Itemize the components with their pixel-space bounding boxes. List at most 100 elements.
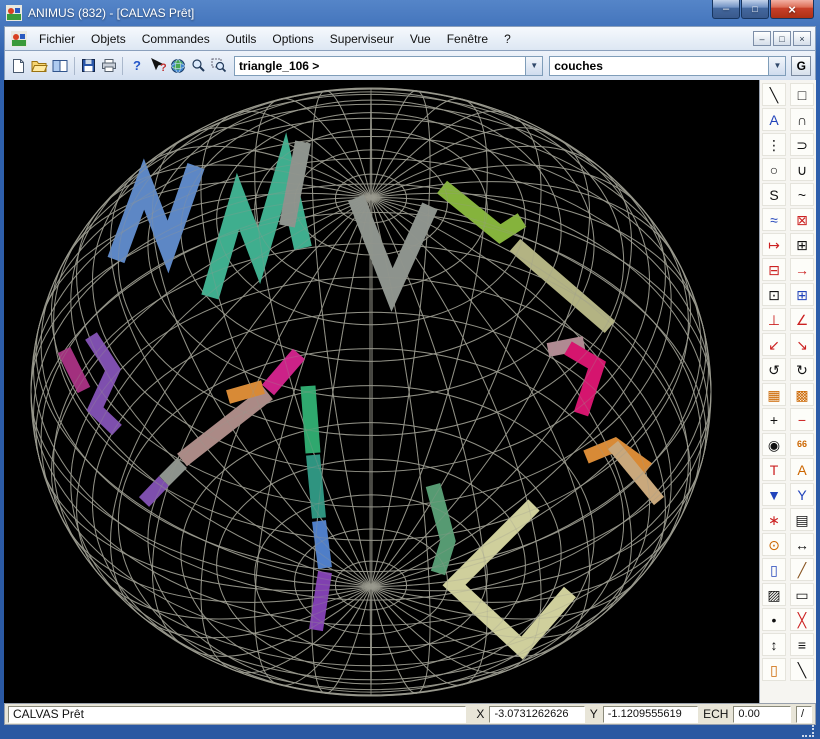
strip-khaki-diagonal [509, 238, 616, 334]
tool-arc-open-button[interactable]: ⊃ [790, 133, 814, 156]
grid-toggle-button[interactable]: G [791, 55, 811, 76]
tool-pencil-button[interactable]: ╱ [790, 558, 814, 581]
object-combobox-arrow[interactable]: ▼ [525, 56, 543, 75]
globe-icon [171, 58, 186, 73]
layers-combobox-value: couches [554, 58, 603, 73]
strip-blue-vertical [312, 520, 332, 569]
open-folder-icon [31, 60, 48, 72]
tool-quotes-button[interactable]: 66 [790, 433, 814, 456]
tool-split-v-button[interactable]: ⊞ [790, 283, 814, 306]
zoom-region-button[interactable] [209, 55, 229, 77]
tool-perpendicular-button[interactable]: ⊥ [762, 308, 786, 331]
mdi-restore-button[interactable]: □ [773, 31, 791, 46]
scale-field: 0.00 [733, 705, 792, 723]
menu-item-fen-tre[interactable]: Fenêtre [439, 29, 496, 49]
app-icon [6, 5, 22, 21]
tool-add-button[interactable]: + [762, 408, 786, 431]
ech-label: ECH [703, 707, 729, 721]
tool-container-button[interactable]: ▯ [762, 558, 786, 581]
tool-clock-button[interactable]: ⊙ [762, 533, 786, 556]
right-toolbar: ╲ □ A ∩ ⋮ ⊃ ○ ∪ S ~ ≈ ⊠ ↦ ⊞ ⊟ → ⊡ ⊞ ⊥ ∠ ↙ ↘ ↺ ↻ ▦ ▩ + − ◉ 66 T A ▼ Y ∗ ▤ ⊙ ↔ ▯… [759, 80, 816, 703]
resize-grip[interactable] [802, 725, 814, 737]
tool-font-button[interactable]: A [790, 458, 814, 481]
mdi-minimize-button[interactable]: – [753, 31, 771, 46]
tool-curve-button[interactable]: ∪ [790, 158, 814, 181]
tool-polyline-button[interactable]: ⋮ [762, 133, 786, 156]
layers-combobox-arrow[interactable]: ▼ [768, 56, 786, 75]
context-help-icon: ? [150, 58, 166, 73]
tool-rectangle-button[interactable]: □ [790, 83, 814, 106]
menu-item-superviseur[interactable]: Superviseur [322, 29, 402, 49]
help-button[interactable]: ? [127, 55, 147, 77]
tool-subtract-button[interactable]: − [790, 408, 814, 431]
layers-combobox[interactable]: couches ▼ [549, 55, 787, 76]
tool-break-button[interactable]: ╳ [790, 608, 814, 631]
tool-find-button[interactable]: ◉ [762, 433, 786, 456]
mdi-close-button[interactable]: × [793, 31, 811, 46]
tool-angle-button[interactable]: ∠ [790, 308, 814, 331]
tool-freehand-button[interactable]: ≈ [762, 208, 786, 231]
tool-slash-button[interactable]: ╲ [790, 658, 814, 681]
print-button[interactable] [99, 55, 119, 77]
menu-item-help[interactable]: ? [496, 29, 519, 49]
tool-import-button[interactable]: ↦ [762, 233, 786, 256]
globe-button[interactable] [168, 55, 188, 77]
tool-table-select-button[interactable]: ▩ [790, 383, 814, 406]
tool-arc-button[interactable]: ∩ [790, 108, 814, 131]
maximize-button[interactable]: □ [741, 0, 769, 19]
tool-wave-button[interactable]: ~ [790, 183, 814, 206]
tool-ellipse-button[interactable]: ○ [762, 158, 786, 181]
tool-crop-button[interactable]: ⊟ [762, 258, 786, 281]
menu-item-vue[interactable]: Vue [402, 29, 439, 49]
maximize-icon: □ [752, 3, 758, 14]
strip-magenta-seven [564, 341, 607, 417]
tool-paste-button[interactable]: ⊞ [790, 233, 814, 256]
minimize-button[interactable]: – [712, 0, 740, 19]
tool-node-button[interactable]: • [762, 608, 786, 631]
new-document-button[interactable] [9, 55, 29, 77]
mdi-restore-icon: □ [779, 33, 785, 44]
menu-item-options[interactable]: Options [264, 29, 321, 49]
split-view-button[interactable] [50, 55, 70, 77]
tool-table-button[interactable]: ▦ [762, 383, 786, 406]
new-document-icon [13, 58, 25, 73]
tool-rotate-ccw-button[interactable]: ↺ [762, 358, 786, 381]
tool-export-button[interactable]: → [790, 258, 814, 281]
mdi-close-icon: × [799, 33, 805, 44]
tool-rotate-cw-button[interactable]: ↻ [790, 358, 814, 381]
tool-measure-diag-button[interactable]: ↘ [790, 333, 814, 356]
open-file-button[interactable] [30, 55, 50, 77]
tool-measure-down-button[interactable]: ↙ [762, 333, 786, 356]
zoom-button[interactable] [189, 55, 209, 77]
context-help-button[interactable]: ? [148, 55, 168, 77]
menu-item-objets[interactable]: Objets [83, 29, 134, 49]
tool-y-select-button[interactable]: Y [790, 483, 814, 506]
object-combobox[interactable]: triangle_106 > ▼ [233, 55, 544, 76]
tool-star-button[interactable]: ∗ [762, 508, 786, 531]
menu-item-outils[interactable]: Outils [218, 29, 265, 49]
tool-text-label-button[interactable]: T [762, 458, 786, 481]
tool-erase-button[interactable]: ▭ [790, 583, 814, 606]
window-title: ANIMUS (832) - [CALVAS Prêt] [28, 6, 195, 20]
tool-book-button[interactable]: ▯ [762, 658, 786, 681]
save-button[interactable] [78, 55, 98, 77]
tool-align-button[interactable]: ≡ [790, 633, 814, 656]
tool-split-h-button[interactable]: ⊡ [762, 283, 786, 306]
app-window: ANIMUS (832) - [CALVAS Prêt] – □ × Fichi… [0, 0, 820, 739]
tool-swap-button[interactable]: ↔ [790, 533, 814, 556]
tool-hatch-button[interactable]: ▨ [762, 583, 786, 606]
close-button[interactable]: × [770, 0, 814, 19]
tool-text-button[interactable]: A [762, 108, 786, 131]
tool-delete-button[interactable]: ⊠ [790, 208, 814, 231]
menu-item-commandes[interactable]: Commandes [134, 29, 218, 49]
drawing-canvas[interactable] [4, 80, 759, 703]
tool-line-button[interactable]: ╲ [762, 83, 786, 106]
chevron-down-icon: ▼ [530, 61, 539, 70]
tool-spline-button[interactable]: S [762, 183, 786, 206]
tool-layers-button[interactable]: ▤ [790, 508, 814, 531]
tool-dim-vertical-button[interactable]: ↕ [762, 633, 786, 656]
close-icon: × [788, 1, 796, 17]
tool-filter-button[interactable]: ▼ [762, 483, 786, 506]
menu-item-fichier[interactable]: Fichier [31, 29, 83, 49]
menu-bar: Fichier Objets Commandes Outils Options Super… [4, 26, 816, 50]
